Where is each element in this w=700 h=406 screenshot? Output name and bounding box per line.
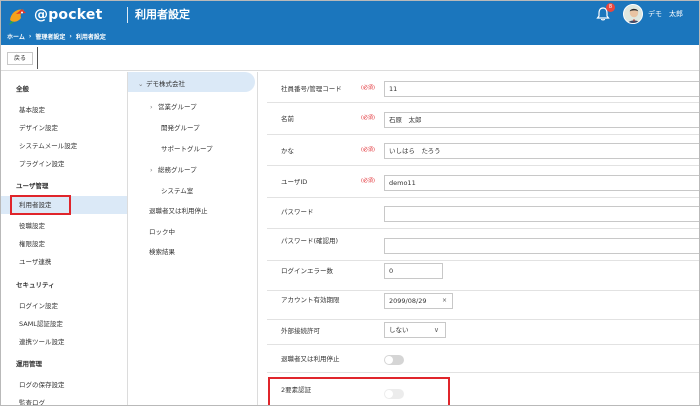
form-row-external-access: 外部接続許可 しない ∨ [267,320,699,345]
nav-section-security: セキュリティ [16,281,55,289]
tree-item-locked[interactable]: ロック中 [149,226,175,236]
form-row-password: パスワード [267,198,699,229]
chevron-right-icon[interactable]: › [150,166,158,174]
employee-code-input[interactable]: 11 [384,81,699,97]
toolbar: 戻る [1,45,699,71]
field-label: パスワード(確認用) [281,237,339,245]
tree-item-sales[interactable]: › 営業グループ [150,101,197,111]
highlight-box [268,377,450,405]
nav-section-user-management: ユーザ管理 [16,182,49,190]
field-label: 外部接続許可 [281,327,320,335]
sidebar-item-user-sync[interactable]: ユーザ連携 [19,256,51,266]
nav-section-operations: 運用管理 [16,360,42,368]
toolbar-divider [37,47,38,69]
retired-toggle[interactable] [384,355,404,365]
field-label: 社員番号/管理コード [281,85,342,93]
tree-item-label: 総務グループ [158,166,197,174]
app-window: @pocket 利用者設定 ホーム › 管理者設定 › 利用者設定 8 デモ 太… [0,0,700,406]
sidebar-item-positions[interactable]: 役職設定 [19,220,45,230]
chevron-right-icon[interactable]: › [150,103,158,111]
logo[interactable]: @pocket [7,6,123,26]
required-tag: (必須) [361,115,375,121]
field-label: 退職者又は利用停止 [281,355,340,363]
tree-item-retired[interactable]: 退職者又は利用停止 [149,205,208,215]
sidebar-item-plugin[interactable]: プラグイン設定 [19,158,65,168]
tree-root-label: デモ株式会社 [146,80,185,88]
field-label: パスワード [281,208,314,216]
external-access-select[interactable]: しない ∨ [384,322,446,338]
breadcrumb: ホーム › 管理者設定 › 利用者設定 [7,32,106,41]
notification-badge: 8 [606,3,615,12]
chevron-down-icon[interactable]: ⌄ [138,80,146,88]
app-header: @pocket 利用者設定 ホーム › 管理者設定 › 利用者設定 8 デモ 太… [1,1,699,45]
form-row-employee-code: 社員番号/管理コード (必須) 11 [267,72,699,103]
tree-root-row[interactable]: ⌄ デモ株式会社 [128,72,255,92]
sidebar-item-system-mail[interactable]: システムメール設定 [19,140,77,150]
name-input[interactable]: 石原 太郎 [384,112,699,128]
breadcrumb-home[interactable]: ホーム [7,32,25,41]
required-tag: (必須) [361,147,375,153]
password-input[interactable] [384,206,699,222]
field-label: かな [281,147,294,155]
sidebar-item-permissions[interactable]: 権限設定 [19,238,45,248]
avatar[interactable] [623,4,643,24]
required-tag: (必須) [361,178,375,184]
header-divider [127,7,128,23]
tree-item-support[interactable]: サポートグループ [161,143,213,153]
organization-tree: ⌄ デモ株式会社 › 営業グループ 開発グループ サポートグループ › 総務グループ … [128,72,258,405]
form-row-kana: かな (必須) いしはら たろう [267,135,699,166]
sidebar-item-audit-log[interactable]: 監査ログ [19,397,45,405]
breadcrumb-separator: › [28,33,32,40]
form-row-password-confirm: パスワード(確認用) [267,229,699,261]
user-form: 社員番号/管理コード (必須) 11 名前 (必須) 石原 太郎 かな (必須)… [259,72,699,405]
back-button[interactable]: 戻る [7,52,33,65]
field-label: アカウント有効期限 [281,296,340,304]
tree-item-system-office[interactable]: システム室 [161,185,193,195]
login-error-count-input[interactable]: 0 [384,263,443,279]
clear-icon[interactable]: × [442,294,447,308]
tree-item-general-affairs[interactable]: › 総務グループ [150,164,197,174]
password-confirm-input[interactable] [384,238,699,254]
user-id-input[interactable]: demo11 [384,175,699,191]
user-name[interactable]: デモ 太郎 [648,9,683,19]
sidebar-item-saml[interactable]: SAML認証設定 [19,318,63,328]
field-label: ログインエラー数 [281,267,333,275]
sidebar-item-design[interactable]: デザイン設定 [19,122,58,132]
field-label: ユーザID [281,178,308,186]
sidebar-item-basic[interactable]: 基本設定 [19,104,45,114]
breadcrumb-admin[interactable]: 管理者設定 [35,32,65,41]
expiry-date-input[interactable]: 2099/08/29 × [384,293,453,309]
user-photo-icon [624,5,642,23]
external-access-value: しない [389,326,409,334]
required-tag: (必須) [361,85,375,91]
breadcrumb-current: 利用者設定 [75,34,106,41]
logo-text: @pocket [34,7,103,23]
tree-item-search-results[interactable]: 検索結果 [149,246,175,256]
kana-input[interactable]: いしはら たろう [384,143,699,159]
page-title: 利用者設定 [135,8,190,21]
tree-item-label: 営業グループ [158,103,197,111]
form-row-retired: 退職者又は利用停止 [267,345,699,373]
highlight-box [10,195,71,215]
form-row-expiry: アカウント有効期限 2099/08/29 × [267,291,699,320]
form-row-login-errors: ログインエラー数 0 [267,261,699,291]
expiry-date-value: 2099/08/29 [389,297,427,305]
chevron-down-icon: ∨ [433,326,439,334]
tree-root-item: ⌄ デモ株式会社 [138,78,185,88]
sidebar-item-login[interactable]: ログイン設定 [19,300,58,310]
field-label: 名前 [281,115,294,123]
settings-sidebar: 全般 基本設定 デザイン設定 システムメール設定 プラグイン設定 ユーザ管理 利… [1,72,128,405]
breadcrumb-separator: › [69,33,72,40]
form-row-user-id: ユーザID (必須) demo11 [267,166,699,198]
tree-item-development[interactable]: 開発グループ [161,122,200,132]
sidebar-item-integration-tools[interactable]: 連携ツール設定 [19,336,65,346]
form-row-name: 名前 (必須) 石原 太郎 [267,103,699,135]
nav-section-general: 全般 [16,85,29,93]
sidebar-item-log-retention[interactable]: ログの保存設定 [19,379,65,389]
bird-logo-icon [9,9,26,25]
